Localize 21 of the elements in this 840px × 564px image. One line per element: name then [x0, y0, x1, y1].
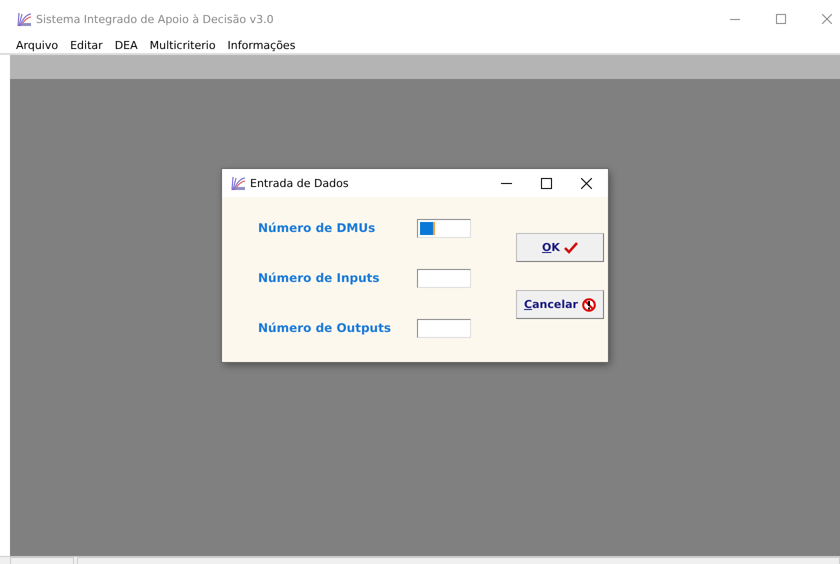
menu-item[interactable]: Editar: [70, 38, 103, 52]
app-logo-icon: [16, 11, 32, 27]
menu-item[interactable]: Informações: [228, 38, 296, 52]
input-field[interactable]: [417, 318, 471, 338]
maximize-icon[interactable]: [541, 178, 552, 188]
input-field[interactable]: [417, 268, 471, 288]
menu-item[interactable]: Arquivo: [16, 38, 58, 52]
field-label: Número de DMUs: [258, 221, 376, 235]
window-title: Sistema Integrado de Apoio à Decisão v3.0: [36, 12, 274, 26]
menu-item[interactable]: Multicriterio: [150, 38, 216, 52]
close-icon[interactable]: [581, 178, 592, 188]
dialog-title: Entrada de Dados: [250, 176, 349, 190]
field-label: Número de Outputs: [258, 321, 392, 335]
ok-button[interactable]: OK: [516, 233, 604, 262]
cancel-button[interactable]: Cancelar: [516, 290, 604, 319]
menu-item[interactable]: DEA: [114, 38, 138, 52]
field-label: Número de Inputs: [258, 271, 380, 285]
prohibited-icon: [582, 298, 596, 312]
input-field[interactable]: [417, 218, 471, 238]
app-logo-icon: [230, 175, 246, 191]
checkmark-icon: [564, 242, 578, 254]
